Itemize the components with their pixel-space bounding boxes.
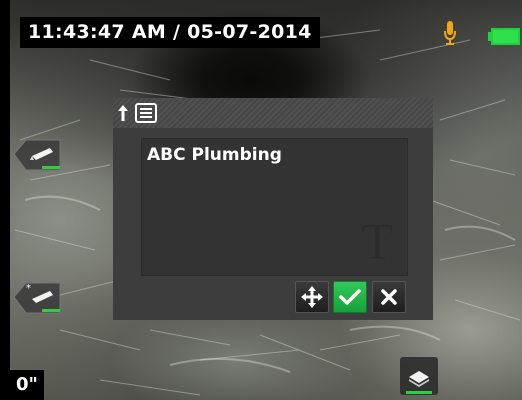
close-icon	[381, 289, 397, 305]
tray-button[interactable]	[400, 357, 438, 395]
overlay-text-value: ABC Plumbing	[147, 145, 282, 165]
svg-text:*: *	[26, 283, 31, 294]
zoom-readout: 0"	[10, 370, 44, 400]
up-arrow-icon[interactable]	[117, 104, 129, 122]
microphone-icon[interactable]	[444, 21, 456, 45]
move-button[interactable]	[295, 281, 329, 313]
flashlight-button[interactable]	[12, 136, 62, 174]
flashlight-adjust-icon: *	[13, 282, 61, 314]
checkmark-icon	[339, 289, 361, 305]
tray-icon	[400, 357, 438, 395]
timestamp-display: 11:43:47 AM / 05-07-2014	[20, 17, 320, 48]
confirm-button[interactable]	[333, 281, 367, 313]
cancel-button[interactable]	[372, 281, 406, 313]
overlay-text-field[interactable]: ABC Plumbing T	[141, 138, 408, 276]
text-mode-icon: T	[361, 214, 393, 271]
left-frame-border	[0, 0, 10, 400]
text-overlay-dialog: ABC Plumbing T	[113, 98, 433, 320]
flashlight-icon	[13, 139, 61, 171]
list-icon[interactable]	[135, 103, 157, 123]
dialog-header	[113, 98, 433, 128]
flashlight-adjust-button[interactable]: *	[12, 279, 62, 317]
battery-icon	[488, 28, 520, 45]
move-arrows-icon	[301, 286, 323, 308]
